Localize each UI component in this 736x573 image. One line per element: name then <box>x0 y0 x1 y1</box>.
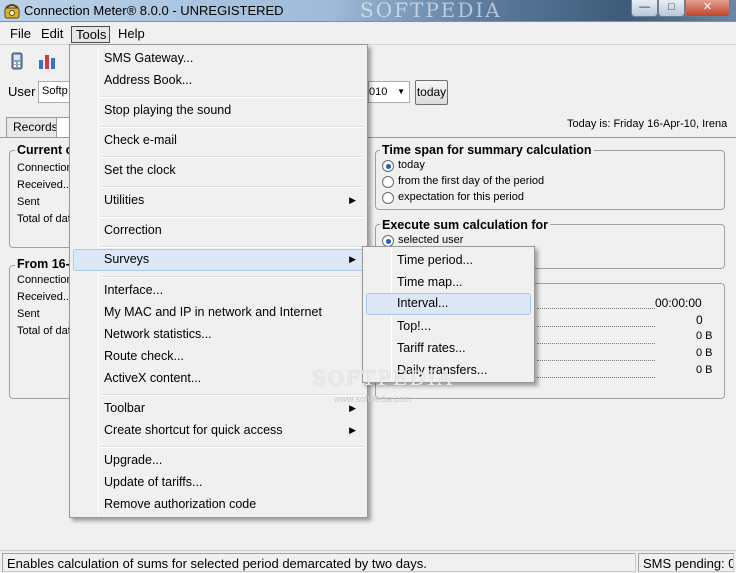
dotted-leader <box>537 308 655 309</box>
date-value: 010 <box>369 86 388 98</box>
radio-selected-user-label[interactable]: selected user <box>398 234 463 246</box>
menu-separator <box>100 394 364 396</box>
dotted-leader <box>537 343 655 344</box>
menu-tools[interactable]: Tools <box>71 26 110 43</box>
menu-item-mac-ip[interactable]: My MAC and IP in network and Internet <box>73 302 364 323</box>
submenu-arrow-icon: ▶ <box>349 195 356 205</box>
close-button[interactable]: ✕ <box>685 0 730 17</box>
menu-item-network-statistics[interactable]: Network statistics... <box>73 324 364 345</box>
minimize-button[interactable]: — <box>631 0 658 17</box>
tools-menu: SMS Gateway... Address Book... Stop play… <box>69 44 368 518</box>
menu-item-interface[interactable]: Interface... <box>73 280 364 301</box>
menu-item-surveys-label: Surveys <box>104 252 150 266</box>
submenu-item-time-period[interactable]: Time period... <box>366 250 531 271</box>
menu-item-surveys[interactable]: Surveys ▶ <box>73 249 364 271</box>
current-row: Received.. <box>17 179 69 191</box>
submenu-item-time-map[interactable]: Time map... <box>366 272 531 293</box>
center-watermark: SOFTPEDIA <box>312 366 454 390</box>
submenu-item-interval[interactable]: Interval... <box>366 293 531 315</box>
menu-item-check-email[interactable]: Check e-mail <box>73 130 364 151</box>
radio-expectation[interactable] <box>382 192 394 204</box>
menu-separator <box>100 186 364 188</box>
window-title: Connection Meter® 8.0.0 - UNREGISTERED <box>24 3 284 18</box>
menu-item-upgrade[interactable]: Upgrade... <box>73 450 364 471</box>
menu-item-route-check[interactable]: Route check... <box>73 346 364 367</box>
radio-today[interactable] <box>382 160 394 172</box>
from-row: Sent <box>17 308 40 320</box>
dotted-leader <box>537 377 655 378</box>
from-title: From 16- <box>15 257 72 271</box>
current-row: Sent <box>17 196 40 208</box>
menu-file[interactable]: File <box>6 26 35 43</box>
menu-item-stop-sound[interactable]: Stop playing the sound <box>73 100 364 121</box>
from-row: Received.. <box>17 291 69 303</box>
surveys-submenu: Time period... Time map... Interval... T… <box>362 246 535 383</box>
menu-separator <box>100 216 364 218</box>
date-select[interactable]: 010 ▼ <box>368 81 410 103</box>
menu-item-toolbar-label: Toolbar <box>104 401 145 415</box>
dotted-leader <box>537 360 655 361</box>
status-message: Enables calculation of sums for selected… <box>2 553 636 572</box>
summary-received: 0 B <box>696 330 713 342</box>
menu-separator <box>100 446 364 448</box>
menu-help[interactable]: Help <box>114 26 149 43</box>
current-title: Current c <box>15 143 75 157</box>
menu-separator <box>100 156 364 158</box>
title-bar: Connection Meter® 8.0.0 - UNREGISTERED S… <box>0 0 736 22</box>
submenu-arrow-icon: ▶ <box>349 425 356 435</box>
phone-tool-icon[interactable] <box>9 52 25 70</box>
menu-edit[interactable]: Edit <box>37 26 67 43</box>
menu-item-create-shortcut-label: Create shortcut for quick access <box>104 423 283 437</box>
menu-item-create-shortcut[interactable]: Create shortcut for quick access ▶ <box>73 420 364 441</box>
status-sms: SMS pending: 0 <box>638 553 734 572</box>
menu-separator <box>100 276 364 278</box>
menu-item-utilities[interactable]: Utilities ▶ <box>73 190 364 211</box>
radio-today-label[interactable]: today <box>398 159 425 171</box>
execute-sum-title: Execute sum calculation for <box>380 218 551 232</box>
summary-count: 0 <box>696 313 703 327</box>
menu-item-remove-auth[interactable]: Remove authorization code <box>73 494 364 515</box>
menu-item-address-book[interactable]: Address Book... <box>73 70 364 91</box>
current-row: Connection <box>17 162 73 174</box>
radio-first-day-label[interactable]: from the first day of the period <box>398 175 544 187</box>
menu-item-sms-gateway[interactable]: SMS Gateway... <box>73 48 364 69</box>
submenu-item-tariff-rates[interactable]: Tariff rates... <box>366 338 531 359</box>
from-row: Total of dat <box>17 325 71 337</box>
submenu-item-top[interactable]: Top!... <box>366 316 531 337</box>
maximize-button[interactable]: □ <box>658 0 685 17</box>
menu-bar: File Edit Tools Help <box>0 23 736 44</box>
menu-item-toolbar[interactable]: Toolbar ▶ <box>73 398 364 419</box>
center-watermark-url: www.softpedia.com <box>334 394 412 404</box>
tab-active[interactable] <box>56 117 70 137</box>
user-label: User <box>8 84 36 99</box>
time-span-title: Time span for summary calculation <box>380 143 594 157</box>
radio-first-day[interactable] <box>382 176 394 188</box>
menu-separator <box>100 126 364 128</box>
summary-time: 00:00:00 <box>655 296 702 310</box>
menu-separator <box>100 246 364 248</box>
submenu-arrow-icon: ▶ <box>349 254 356 264</box>
status-bar: Enables calculation of sums for selected… <box>0 550 736 573</box>
from-row: Connection <box>17 274 73 286</box>
summary-total: 0 B <box>696 364 713 376</box>
radio-expectation-label[interactable]: expectation for this period <box>398 191 524 203</box>
menu-item-utilities-label: Utilities <box>104 193 145 207</box>
current-row: Total of dat <box>17 213 71 225</box>
today-info: Today is: Friday 16-Apr-10, Irena <box>567 118 728 130</box>
menu-item-correction[interactable]: Correction <box>73 220 364 241</box>
summary-sent: 0 B <box>696 347 713 359</box>
menu-item-set-clock[interactable]: Set the clock <box>73 160 364 181</box>
bar-chart-icon[interactable] <box>38 52 56 70</box>
phone-app-icon <box>4 4 20 19</box>
dotted-leader <box>537 326 655 327</box>
watermark: SOFTPEDIA <box>360 0 502 22</box>
menu-separator <box>100 96 364 98</box>
dropdown-arrow-icon: ▼ <box>397 87 405 96</box>
today-button[interactable]: today <box>415 80 448 105</box>
menu-item-update-tariffs[interactable]: Update of tariffs... <box>73 472 364 493</box>
